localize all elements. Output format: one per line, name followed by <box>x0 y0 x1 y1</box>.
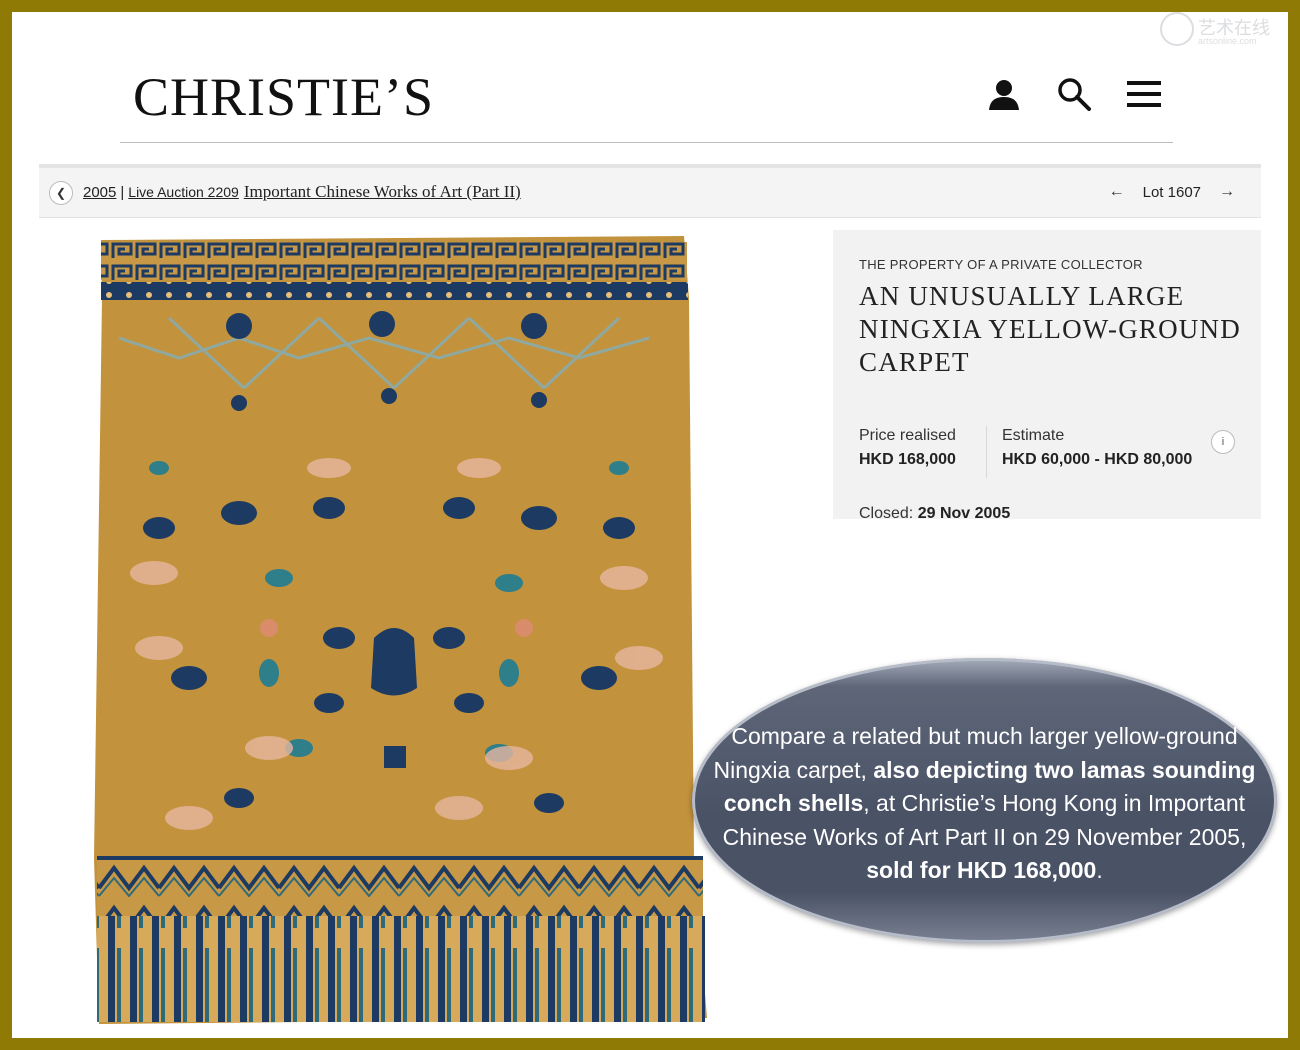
callout-text: Compare a related but much larger yellow… <box>712 720 1257 888</box>
info-icon[interactable]: i <box>1211 430 1235 454</box>
closed-label: Closed: <box>859 505 914 522</box>
price-realised-value: HKD 168,000 <box>859 451 956 468</box>
lot-number: Lot 1607 <box>1142 183 1201 201</box>
menu-icon[interactable] <box>1124 74 1164 114</box>
lot-title: AN UNUSUALLY LARGE NINGXIA YELLOW-GROUND… <box>859 281 1241 377</box>
lot-provenance: THE PROPERTY OF A PRIVATE COLLECTOR <box>859 257 1143 272</box>
closed-date: Closed: 29 Nov 2005 <box>859 505 1010 523</box>
estimate-label: Estimate <box>1002 427 1065 444</box>
estimate-value: HKD 60,000 - HKD 80,000 <box>1002 451 1193 468</box>
estimate: Estimate HKD 60,000 - HKD 80,000 <box>1002 427 1192 469</box>
search-icon[interactable] <box>1054 74 1094 114</box>
carpet-image[interactable] <box>39 218 713 1038</box>
lot-navigation: ← Lot 1607 → <box>1109 183 1235 201</box>
callout-part-5: . <box>1096 857 1103 883</box>
callout-highlight-2: sold for HKD 168,000 <box>866 857 1097 883</box>
back-chevron-icon[interactable]: ❮ <box>49 181 73 205</box>
breadcrumb-live-auction[interactable]: Live Auction 2209 <box>128 184 239 200</box>
watermark: 艺术在线 artsonline.com <box>1154 12 1288 50</box>
next-lot-arrow-icon[interactable]: → <box>1219 183 1235 201</box>
breadcrumb-year[interactable]: 2005 <box>83 184 116 201</box>
breadcrumb-bar: ❮ 2005 | Live Auction 2209 Important Chines… <box>39 164 1261 218</box>
callout-bubble: Compare a related but much larger yellow… <box>692 658 1277 943</box>
previous-lot-arrow-icon[interactable]: ← <box>1109 183 1125 201</box>
carpet-illustration <box>94 236 707 1024</box>
watermark-logo-icon <box>1160 12 1194 46</box>
closed-date-value: 29 Nov 2005 <box>917 505 1011 522</box>
price-divider <box>986 426 987 478</box>
header-icons <box>984 74 1164 114</box>
header-divider <box>120 142 1173 143</box>
breadcrumb-separator: | <box>120 184 125 201</box>
watermark-subtext: artsonline.com <box>1198 36 1257 46</box>
breadcrumb-sale-title[interactable]: Important Chinese Works of Art (Part II) <box>244 182 521 201</box>
lot-details-panel: THE PROPERTY OF A PRIVATE COLLECTOR AN U… <box>833 230 1261 522</box>
breadcrumb: 2005 | Live Auction 2209 Important Chinese … <box>83 182 521 202</box>
christies-logo[interactable]: CHRISTIE’S <box>133 70 434 124</box>
account-icon[interactable] <box>984 74 1024 114</box>
price-realised-label: Price realised <box>859 427 956 444</box>
page-frame: 艺术在线 artsonline.com CHRISTIE’S ❮ 2005 | … <box>12 12 1288 1038</box>
price-realised: Price realised HKD 168,000 <box>859 427 956 469</box>
